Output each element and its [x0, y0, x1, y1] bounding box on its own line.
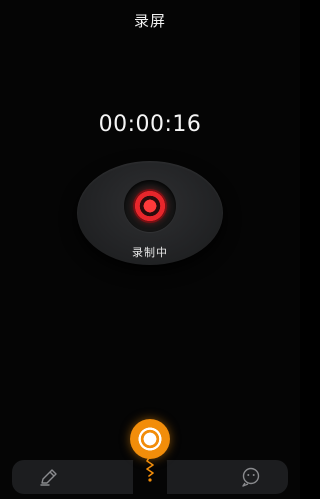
record-icon [133, 189, 167, 223]
page-title: 录屏 [133, 12, 166, 30]
edit-pen-icon[interactable] [38, 466, 60, 488]
elapsed-timer: 00:00:16 [98, 112, 202, 137]
chat-face-icon[interactable] [240, 466, 262, 488]
record-button[interactable] [124, 180, 176, 232]
sound-wave-icon [146, 456, 154, 482]
recording-status: 录制中 [132, 246, 168, 259]
recording-screen: 录屏 00:00:16 录制中 [0, 0, 300, 499]
record-mic-button[interactable] [130, 419, 170, 459]
